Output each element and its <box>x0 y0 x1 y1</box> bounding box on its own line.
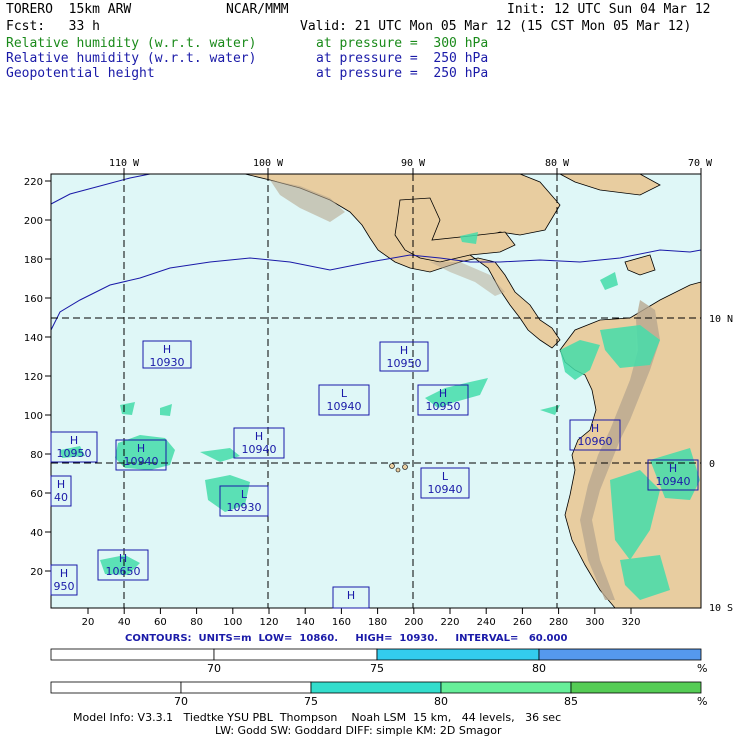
svg-text:10940: 10940 <box>242 443 277 456</box>
colorbar-1-label: 75 <box>370 662 384 675</box>
model-info-line-1: Model Info: V3.3.1 Tiedtke YSU PBL Thomp… <box>73 711 562 724</box>
svg-text:10930: 10930 <box>227 501 262 514</box>
svg-text:10950: 10950 <box>426 400 461 413</box>
x-tick-label: 20 <box>82 617 95 628</box>
svg-text:10960: 10960 <box>578 435 613 448</box>
y-tick-label: 100 <box>24 411 43 422</box>
colorbar-2-label: 80 <box>434 695 448 708</box>
colorbar-2-label: 75 <box>304 695 318 708</box>
svg-text:10940: 10940 <box>124 455 159 468</box>
y-tick-label: 220 <box>24 177 43 188</box>
svg-text:L: L <box>442 470 449 483</box>
x-tick-label: 80 <box>190 617 203 628</box>
x-tick-label: 120 <box>259 617 278 628</box>
weather-map: 110 W 100 W 90 W 80 W 70 W 10 N 0 10 S 2… <box>24 158 733 694</box>
svg-text:H: H <box>255 430 263 443</box>
svg-text:950: 950 <box>54 580 75 593</box>
lat-label: 0 <box>709 459 715 470</box>
y-tick-label: 140 <box>24 333 43 344</box>
x-tick-label: 300 <box>585 617 604 628</box>
x-tick-label: 320 <box>621 617 640 628</box>
svg-text:H: H <box>60 567 68 580</box>
svg-text:L: L <box>341 387 348 400</box>
svg-text:H: H <box>400 344 408 357</box>
x-tick-label: 100 <box>223 617 242 628</box>
svg-text:10950: 10950 <box>387 357 422 370</box>
x-tick-label: 180 <box>368 617 387 628</box>
svg-text:H: H <box>137 442 145 455</box>
galapagos-island <box>402 464 408 470</box>
svg-text:H: H <box>669 462 677 475</box>
svg-text:H: H <box>347 589 355 602</box>
x-tick-label: 260 <box>513 617 532 628</box>
svg-text:H: H <box>591 422 599 435</box>
x-tick-label: 280 <box>549 617 568 628</box>
x-tick-label: 40 <box>118 617 131 628</box>
svg-text:H: H <box>57 478 65 491</box>
lon-label: 80 W <box>545 158 570 169</box>
x-tick-label: 160 <box>332 617 351 628</box>
svg-text:10940: 10940 <box>656 475 691 488</box>
lat-label: 10 S <box>709 603 733 614</box>
y-tick-label: 40 <box>30 528 43 539</box>
x-tick-label: 240 <box>477 617 496 628</box>
y-tick-label: 20 <box>30 567 43 578</box>
colorbar-2-label: % <box>697 695 708 708</box>
svg-text:H: H <box>439 387 447 400</box>
svg-text:H: H <box>163 343 171 356</box>
colorbar-1-label: 70 <box>207 662 221 675</box>
colorbar-2-label: 85 <box>564 695 578 708</box>
x-tick-label: 200 <box>404 617 423 628</box>
svg-text:10940: 10940 <box>327 400 362 413</box>
colorbar-1-label: 80 <box>532 662 546 675</box>
contour-info: CONTOURS: UNITS=m LOW= 10860. HIGH= 1093… <box>125 633 568 644</box>
lat-label: 10 N <box>709 314 733 325</box>
y-tick-label: 180 <box>24 255 43 266</box>
x-tick-label: 220 <box>440 617 459 628</box>
y-tick-label: 60 <box>30 489 43 500</box>
colorbar-2-label: 70 <box>174 695 188 708</box>
colorbar-1-label: % <box>697 662 708 675</box>
y-tick-label: 200 <box>24 216 43 227</box>
lon-label: 110 W <box>109 158 140 169</box>
svg-text:10930: 10930 <box>150 356 185 369</box>
svg-text:10950: 10950 <box>57 447 92 460</box>
lon-label: 90 W <box>401 158 426 169</box>
galapagos-island <box>395 467 401 473</box>
colorbar-2 <box>50 681 702 694</box>
x-tick-label: 140 <box>296 617 315 628</box>
svg-text:H: H <box>119 552 127 565</box>
svg-text:L: L <box>241 488 248 501</box>
svg-text:10940: 10940 <box>428 483 463 496</box>
colorbar-1 <box>50 648 702 661</box>
lon-label: 100 W <box>253 158 284 169</box>
model-info-line-2: LW: Godd SW: Goddard DIFF: simple KM: 2D… <box>215 724 502 737</box>
x-tick-label: 60 <box>154 617 167 628</box>
y-tick-label: 120 <box>24 372 43 383</box>
lon-label: 70 W <box>688 158 713 169</box>
svg-text:40: 40 <box>54 491 68 504</box>
svg-text:H: H <box>70 434 78 447</box>
y-tick-label: 80 <box>30 450 43 461</box>
y-tick-label: 160 <box>24 294 43 305</box>
svg-text:10650: 10650 <box>106 565 141 578</box>
galapagos-island <box>389 463 395 469</box>
